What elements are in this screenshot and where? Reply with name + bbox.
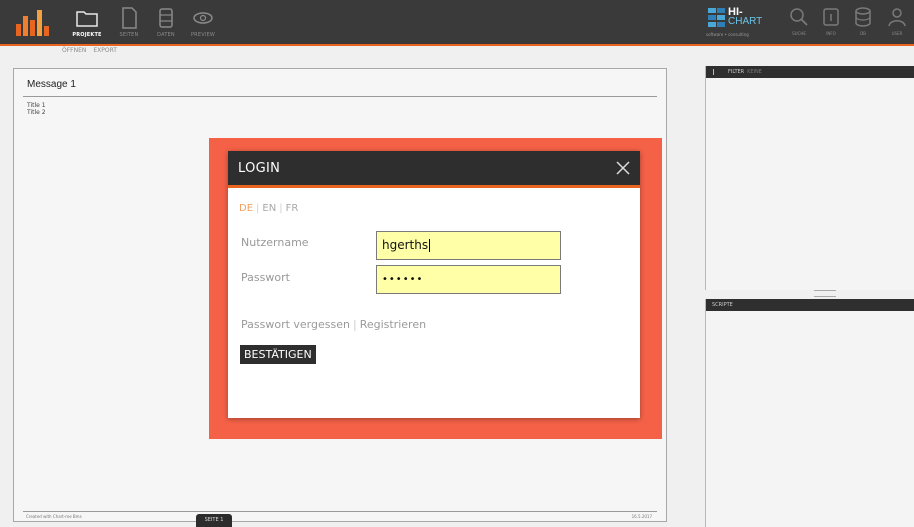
search-icon — [790, 8, 808, 26]
message-footer-divider — [23, 511, 657, 512]
toolbar-user-button[interactable]: USER — [882, 6, 912, 40]
tab-open[interactable]: ÖFFNEN — [62, 47, 86, 54]
filter-panel: FILTER KEINE — [705, 66, 914, 290]
toolbar-preview-label: PREVIEW — [190, 32, 216, 38]
toolbar-db-label: DB — [860, 31, 866, 36]
toolbar-info-button[interactable]: INFO — [816, 6, 846, 40]
filter-header[interactable]: FILTER KEINE — [706, 66, 914, 78]
app-logo-icon — [16, 10, 49, 36]
message-line-2: Title 2 — [27, 109, 46, 116]
scripts-panel: SCRIPTE — [705, 299, 914, 527]
scripts-header[interactable]: SCRIPTE — [706, 299, 914, 311]
toolbar-search-label: SUCHE — [792, 31, 806, 36]
brand-line2: CHART — [728, 16, 763, 27]
register-link[interactable]: Registrieren — [360, 318, 426, 331]
toolbar-pages-button[interactable]: SEITEN — [108, 4, 150, 42]
filter-label: FILTER — [728, 69, 745, 75]
toolbar-projects-button[interactable]: PROJEKTE — [66, 4, 108, 42]
message-content: Title 1 Title 2 — [27, 102, 46, 116]
language-en[interactable]: EN — [262, 203, 276, 214]
eye-icon — [193, 12, 213, 24]
filter-sub-label: KEINE — [747, 69, 762, 75]
toolbar-accent-line — [0, 44, 914, 46]
toolbar-db-button[interactable]: DB — [848, 6, 878, 40]
message-divider — [23, 96, 657, 97]
toolbar-data-button[interactable]: DATEN — [145, 4, 187, 42]
password-value: •••••• — [382, 274, 424, 285]
toolbar-user-label: USER — [891, 31, 903, 36]
username-value: hgerths — [382, 238, 429, 252]
document-icon — [122, 7, 137, 29]
toolbar-data-label: DATEN — [157, 32, 175, 38]
language-switcher: DE | EN | FR — [239, 203, 299, 214]
sub-tabs: ÖFFNEN EXPORT — [62, 47, 122, 59]
login-links: Passwort vergessen | Registrieren — [241, 318, 427, 331]
confirm-button[interactable]: BESTÄTIGEN — [240, 345, 316, 364]
login-dialog-header: LOGIN — [228, 151, 640, 188]
scripts-label: SCRIPTE — [712, 302, 733, 308]
username-label: Nutzername — [241, 236, 309, 249]
database-icon — [855, 7, 871, 27]
forgot-password-link[interactable]: Passwort vergessen — [241, 318, 350, 331]
toolbar-search-button[interactable]: SUCHE — [784, 6, 814, 40]
toolbar-projects-label: PROJEKTE — [72, 32, 102, 38]
tab-export[interactable]: EXPORT — [93, 47, 117, 54]
message-footer-date: 16.5.2017 — [631, 514, 652, 519]
language-de[interactable]: DE — [239, 203, 253, 214]
user-icon — [888, 8, 906, 27]
message-footer-credit: Created with Chart-me Bms — [26, 514, 82, 519]
brand-logo: HI- CHART software • consulting — [706, 6, 770, 40]
login-dialog: LOGIN DE | EN | FR Nutzername hgerths Passwo… — [228, 151, 640, 418]
info-icon — [823, 8, 839, 26]
login-title: LOGIN — [238, 161, 281, 176]
text-caret — [429, 239, 431, 252]
toolbar-pages-label: SEITEN — [119, 32, 139, 38]
message-title: Message 1 — [27, 79, 76, 90]
password-label: Passwort — [241, 271, 290, 284]
panel-resize-handle[interactable] — [814, 290, 836, 297]
page-tab[interactable]: SEITE 1 — [196, 514, 232, 527]
toolbar-info-label: INFO — [826, 31, 836, 36]
language-fr[interactable]: FR — [286, 203, 299, 214]
top-toolbar: PROJEKTE SEITEN DATEN PREVIEW HI- CHART … — [0, 0, 914, 44]
database-icon — [159, 8, 173, 28]
brand-tagline: software • consulting — [706, 32, 749, 37]
password-field[interactable]: •••••• — [376, 265, 561, 294]
toolbar-preview-button[interactable]: PREVIEW — [182, 4, 224, 42]
folder-icon — [76, 11, 98, 27]
close-icon[interactable] — [615, 160, 631, 176]
message-line-1: Title 1 — [27, 102, 46, 109]
username-field[interactable]: hgerths — [376, 231, 561, 260]
pin-icon[interactable] — [713, 69, 719, 75]
